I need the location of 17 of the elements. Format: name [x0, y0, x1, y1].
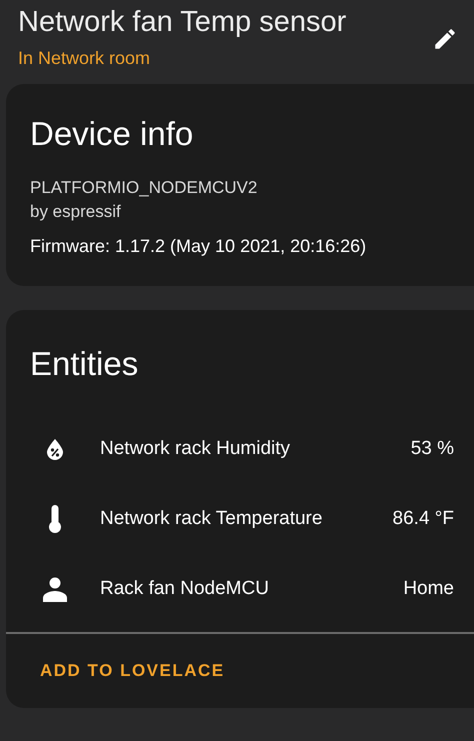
humidity-icon: [45, 438, 65, 460]
room-subtitle: In Network room: [18, 47, 152, 70]
page-title: Network fan Temp sensor: [18, 5, 346, 40]
entity-name[interactable]: Network rack Humidity: [100, 434, 411, 464]
entity-name[interactable]: Rack fan NodeMCU: [100, 574, 404, 604]
entity-name[interactable]: Network rack Temperature: [100, 504, 393, 534]
add-to-lovelace-button[interactable]: ADD TO LOVELACE: [32, 654, 233, 688]
card-title: Entities: [29, 344, 140, 384]
entity-state: 86.4 °F: [392, 506, 454, 531]
person-icon: [42, 576, 68, 602]
device-manufacturer: by espressif: [30, 201, 122, 223]
entity-state: 53 %: [410, 436, 454, 461]
thermometer-icon: [48, 504, 62, 534]
firmware-version: Firmware: 1.17.2 (May 10 2021, 20:16:26): [30, 235, 368, 258]
card-title: Device info: [30, 114, 194, 154]
entity-state: Home: [403, 576, 454, 601]
device-model: PLATFORMIO_NODEMCUV2: [30, 177, 258, 199]
